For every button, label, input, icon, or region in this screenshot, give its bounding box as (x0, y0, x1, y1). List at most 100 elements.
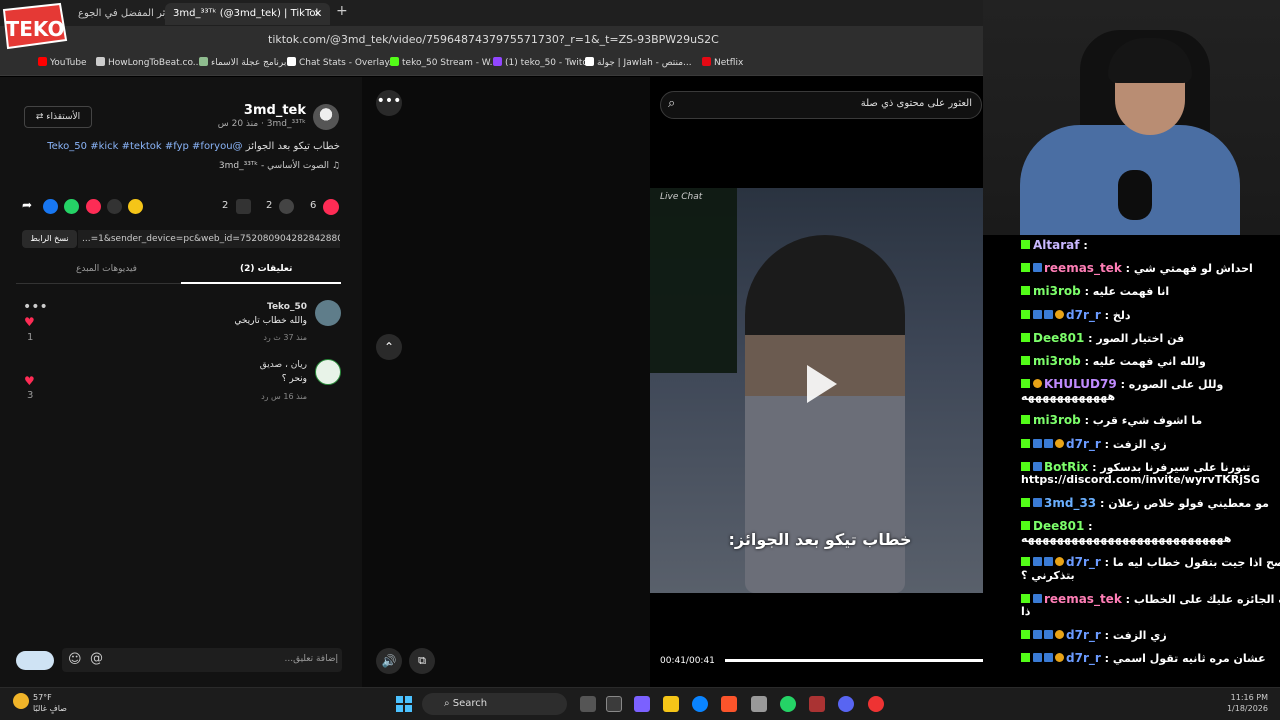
follow-button[interactable]: ⇄ الأستقذاء (24, 106, 92, 128)
kick-badge-icon (1021, 286, 1030, 295)
browser-tab[interactable]: جائزة المؤثر المفضل في الجوع (70, 3, 165, 25)
kick-badge-icon (1021, 310, 1030, 319)
app-icon-2[interactable] (868, 696, 884, 712)
pip-button[interactable]: ⧉ (409, 648, 435, 674)
close-tab-icon[interactable]: × (314, 3, 322, 25)
chat-text: ههههههههههههههههههههههههههههه (1021, 532, 1232, 545)
bookmark-item[interactable]: YouTube (38, 57, 87, 68)
weather-condition: صافٍ غالبًا (33, 704, 67, 713)
bookmark-item[interactable]: (1) teko_50 - Twitch (493, 57, 593, 68)
video-subtitle: خطاب تيكو بعد الجوائز: (728, 530, 912, 549)
mention-icon[interactable]: @ (90, 651, 103, 666)
chat-message: d7r_r : زي الزفت (1021, 437, 1277, 452)
bookmark-label: YouTube (50, 58, 87, 68)
chat-username: d7r_r (1066, 628, 1101, 642)
chat-text: : فن اختيار الصور (1088, 332, 1185, 345)
bookmark-label: teko_50 Stream - W... (402, 58, 499, 68)
chat-badge-icon (1055, 310, 1064, 319)
more-options-icon[interactable]: ••• (23, 299, 48, 315)
brave-icon[interactable] (721, 696, 737, 712)
chat-text: : دلخ (1104, 309, 1131, 322)
toggle-switch[interactable] (16, 651, 54, 670)
browser-tab-active[interactable]: 3md_³³ᵀᵏ (@3md_tek) | TikTok × (165, 3, 330, 25)
search-icon[interactable]: ⌕ (668, 96, 675, 111)
edge-icon[interactable] (692, 696, 708, 712)
bookmark-icon[interactable] (236, 199, 251, 214)
chat-text: بتذكرني ؟ (1021, 569, 1075, 582)
chat-text: : زي الزفت (1104, 438, 1167, 451)
heart-icon[interactable]: ♥ (24, 315, 35, 329)
avatar[interactable] (315, 300, 341, 326)
bookmark-item[interactable]: HowLongToBeat.co... (96, 57, 201, 68)
chat-badge-icon (1033, 653, 1042, 662)
author-username[interactable]: 3md_tek (210, 103, 306, 118)
comment-author[interactable]: Teko_50 (200, 302, 307, 312)
player-controls-panel (362, 77, 650, 687)
chat-badge-icon (1033, 498, 1042, 507)
comment-meta: منذ 16 س رد (261, 392, 307, 401)
app-icon[interactable] (809, 696, 825, 712)
avatar[interactable] (315, 359, 341, 385)
chat-username: d7r_r (1066, 437, 1101, 451)
chat-badge-icon (1055, 653, 1064, 662)
new-tab-button[interactable]: + (336, 3, 348, 19)
volume-button[interactable]: 🔊 (376, 648, 402, 674)
bookmark-item[interactable]: teko_50 Stream - W... (390, 57, 498, 68)
weather-icon[interactable] (13, 693, 29, 709)
bookmark-item[interactable]: Chat Stats - Overlay... (287, 57, 397, 68)
chat-badge-icon (1033, 557, 1042, 566)
caption-tags[interactable]: @Teko_50 #kick #tektok #fyp #foryou (47, 141, 242, 152)
chat-text: : مو معطيني فولو خلاص زعلان (1100, 497, 1269, 510)
windows-start-icon[interactable] (396, 696, 412, 712)
weather-widget[interactable]: 57°F صافٍ غالبًا (33, 692, 67, 714)
share-link-field[interactable]: ...=1&sender_device=pc&web_id=7520809042… (78, 230, 340, 248)
comment-icon[interactable] (279, 199, 294, 214)
chat-message: mi3rob : ما اشوف شيء قرب (1021, 413, 1277, 428)
task-view-icon[interactable] (580, 696, 596, 712)
widgets-icon[interactable] (606, 696, 622, 712)
clock-date: 1/18/2026 (1226, 704, 1268, 713)
play-icon[interactable] (807, 365, 837, 403)
chat-message: https://discord.com/invite/wyrvTKRjSG (1021, 473, 1277, 487)
whatsapp-icon[interactable] (780, 696, 796, 712)
copilot-icon[interactable] (634, 696, 650, 712)
comment-author[interactable]: ريان ، صديق (200, 360, 307, 370)
chat-message: بتذكرني ؟ (1021, 569, 1277, 583)
chat-message: Dee801 : فن اختيار الصور (1021, 331, 1277, 346)
bookmark-item[interactable]: Netflix (702, 57, 743, 68)
bookmark-item[interactable]: جولة | Jawlah - منتص... (585, 57, 692, 68)
system-clock[interactable]: 11:16 PM 1/18/2026 (1222, 692, 1268, 714)
like-icon[interactable] (323, 199, 339, 215)
copy-link-button[interactable]: نسخ الرابط (22, 230, 77, 248)
emoji-icon[interactable]: ☺ (68, 652, 82, 667)
store-icon[interactable] (751, 696, 767, 712)
likes-count: 6 (310, 200, 317, 211)
facebook-icon[interactable] (43, 199, 58, 214)
sound-label[interactable]: ♫ الصوت الأساسي - 3md_³³ᵀᵏ (150, 161, 340, 171)
heart-icon[interactable]: ♥ (24, 374, 35, 388)
tab-creator-videos[interactable]: فيديوهات المبدع (76, 264, 137, 274)
previous-video-button[interactable]: ⌃ (376, 334, 402, 360)
whatsapp-icon[interactable] (64, 199, 79, 214)
file-explorer-icon[interactable] (663, 696, 679, 712)
chat-message: mi3rob : والله اني فهمت عليه (1021, 354, 1277, 369)
tab-comments[interactable]: تعليقات (2) (240, 264, 292, 274)
send-icon[interactable] (86, 199, 101, 214)
chat-badge-icon (1044, 630, 1053, 639)
kick-badge-icon (1021, 415, 1030, 424)
bookmark-favicon-icon (96, 57, 105, 66)
kick-badge-icon (1021, 521, 1030, 530)
video-progress-bar[interactable] (725, 659, 983, 662)
kick-badge-icon (1021, 263, 1030, 272)
chat-username: d7r_r (1066, 555, 1101, 569)
discord-icon[interactable] (838, 696, 854, 712)
more-options-button[interactable]: ••• (376, 90, 402, 116)
embed-icon[interactable] (107, 199, 122, 214)
bookmark-item[interactable]: برنامج عجلة الاسماء (199, 57, 286, 68)
url-field[interactable]: tiktok.com/@3md_tek/video/75964874379755… (268, 31, 868, 49)
repost-icon[interactable] (128, 199, 143, 214)
chat-badge-icon (1033, 462, 1042, 471)
share-icon[interactable]: ➦ (22, 198, 37, 213)
comment-text: والله خطاب تاريخي (234, 316, 307, 326)
avatar[interactable] (313, 104, 339, 130)
